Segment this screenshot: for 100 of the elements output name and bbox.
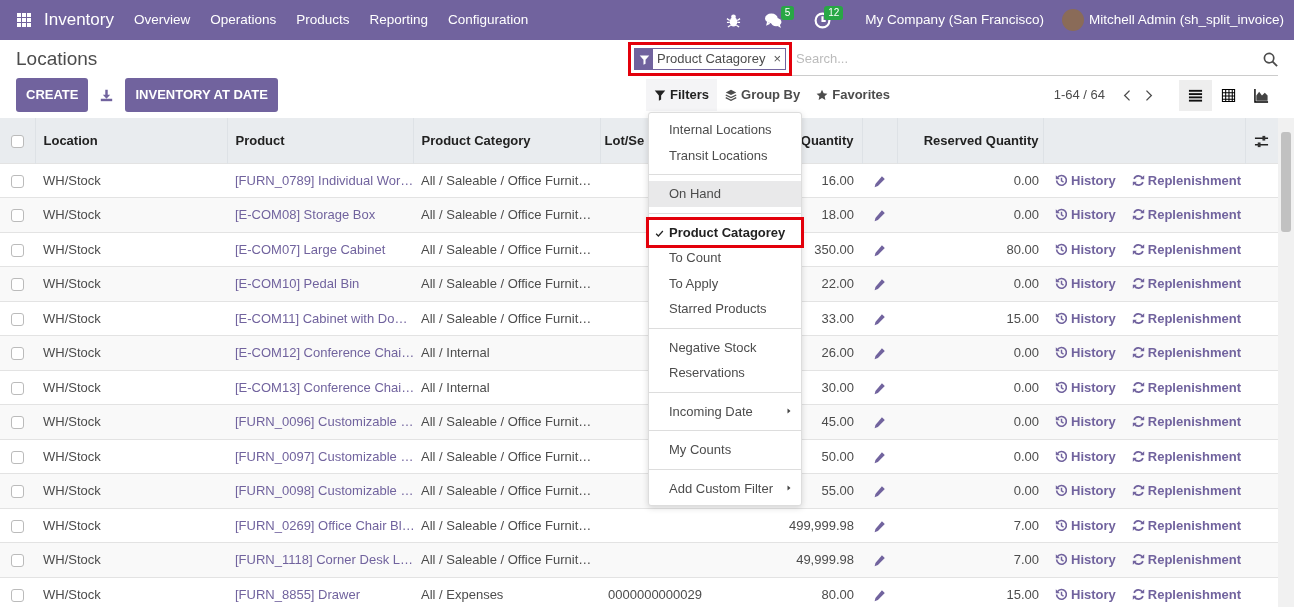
replenishment-button[interactable]: Replenishment [1131,481,1241,501]
product-link[interactable]: [E-COM13] Conference Chai… [235,379,415,395]
pencil-icon[interactable] [873,519,886,533]
product-link[interactable]: [E-COM07] Large Cabinet [235,241,386,257]
history-button[interactable]: History [1055,550,1116,570]
history-button[interactable]: History [1055,584,1116,605]
column-header[interactable]: Quantity [800,132,854,148]
list-view-button[interactable] [1179,79,1212,111]
filter-menu-toggle[interactable]: Group By [717,79,809,111]
replenishment-button[interactable]: Replenishment [1131,170,1241,190]
row-checkbox[interactable] [11,209,24,223]
bug-icon[interactable] [726,12,742,28]
column-settings-icon[interactable] [1254,133,1270,149]
filter-menu-toggle[interactable]: Filters [646,79,717,111]
select-all-checkbox[interactable] [10,134,24,148]
history-button[interactable]: History [1055,343,1116,363]
location-cell-text: WH/Stock [43,345,101,360]
history-button[interactable]: History [1055,239,1116,259]
replenishment-button[interactable]: Replenishment [1131,515,1241,535]
history-button[interactable]: History [1055,515,1116,535]
filter-option[interactable]: Negative Stock [649,334,801,360]
pencil-icon[interactable] [873,174,886,188]
row-checkbox[interactable] [11,174,24,188]
column-header[interactable]: Product [235,132,285,148]
menu-link[interactable]: Overview [123,9,201,31]
download-icon[interactable] [100,88,114,102]
pencil-icon[interactable] [873,312,886,326]
product-link[interactable]: [E-COM11] Cabinet with Do… [235,310,408,326]
history-button[interactable]: History [1055,446,1116,466]
filter-option[interactable]: Starred Products [649,296,801,322]
row-checkbox[interactable] [11,381,24,395]
app-title-link[interactable]: Inventory [44,7,114,33]
history-button[interactable]: History [1055,205,1116,225]
menu-link[interactable]: Reporting [359,9,439,31]
filter-option[interactable]: My Counts [649,437,801,463]
row-checkbox[interactable] [11,588,24,602]
row-checkbox[interactable] [11,243,24,257]
replenishment-button[interactable]: Replenishment [1131,308,1241,328]
product-link[interactable]: [FURN_8855] Drawer [235,586,360,602]
row-checkbox[interactable] [11,450,24,464]
history-button[interactable]: History [1055,308,1116,328]
replenishment-button[interactable]: Replenishment [1131,274,1241,294]
menu-link[interactable]: Configuration [438,9,539,31]
pencil-icon[interactable] [873,416,886,430]
inventory-at-date-button[interactable]: INVENTORY AT DATE [125,78,278,112]
replenishment-button[interactable]: Replenishment [1131,550,1241,570]
pencil-icon[interactable] [873,450,886,464]
replenishment-button[interactable]: Replenishment [1131,205,1241,225]
row-checkbox[interactable] [11,347,24,361]
row-checkbox[interactable] [11,519,24,533]
filter-option[interactable]: Incoming Date [649,398,801,424]
row-checkbox[interactable] [11,312,24,326]
history-button[interactable]: History [1055,170,1116,190]
menu-link[interactable]: Products [286,9,360,31]
replenishment-button[interactable]: Replenishment [1131,412,1241,432]
column-header[interactable]: Location [43,132,98,148]
pencil-icon[interactable] [873,588,886,602]
history-button[interactable]: History [1055,377,1116,397]
create-button[interactable]: CREATE [16,78,89,112]
row-checkbox[interactable] [11,554,24,568]
filter-option[interactable]: Transit Locations [649,142,801,168]
pencil-icon[interactable] [873,381,886,395]
chat-icon[interactable] [765,11,783,29]
replenishment-button[interactable]: Replenishment [1131,343,1241,363]
replenishment-button[interactable]: Replenishment [1131,377,1241,397]
pencil-icon[interactable] [873,243,886,257]
column-header[interactable]: Lot/Se [604,132,645,148]
product-link[interactable]: [FURN_0789] Individual Wor… [235,172,414,188]
pencil-icon[interactable] [873,209,886,223]
history-button[interactable]: History [1055,412,1116,432]
product-link[interactable]: [FURN_0269] Office Chair Bl… [235,517,415,533]
replenishment-button[interactable]: Replenishment [1131,446,1241,466]
filter-option[interactable]: To Count [649,245,801,271]
row-checkbox[interactable] [11,416,24,430]
filter-option[interactable]: To Apply [649,270,801,296]
user-menu[interactable]: Mitchell Admin (sh_split_invoice) [1083,9,1284,31]
menu-link[interactable]: Operations [200,9,287,31]
row-checkbox[interactable] [11,278,24,292]
filter-option[interactable]: Add Custom Filter [649,475,801,501]
filter-option[interactable]: On Hand [649,181,801,207]
filter-option[interactable]: Reservations [649,360,801,386]
history-button[interactable]: History [1055,481,1116,501]
company-switcher[interactable]: My Company (San Francisco) [855,9,1054,31]
row-checkbox[interactable] [11,485,24,499]
search-field[interactable]: Product Catagorey × Search... [634,43,1278,76]
pencil-icon[interactable] [873,347,886,361]
replenishment-button[interactable]: Replenishment [1131,239,1241,259]
remove-facet-button[interactable]: × [769,48,785,70]
pencil-icon[interactable] [873,485,886,499]
replenishment-button[interactable]: Replenishment [1131,584,1241,605]
filter-menu-toggle[interactable]: Favorites [808,79,899,111]
filter-option[interactable]: Product Catagorey [649,219,801,245]
search-icon[interactable] [1263,51,1278,67]
history-button[interactable]: History [1055,274,1116,294]
pencil-icon[interactable] [873,278,886,292]
pencil-icon[interactable] [873,554,886,568]
scrollbar[interactable] [1278,118,1294,607]
filter-option[interactable]: Internal Locations [649,117,801,143]
product-link[interactable]: [FURN_0097] Customizable … [235,448,414,464]
apps-menu-button[interactable] [16,12,32,28]
